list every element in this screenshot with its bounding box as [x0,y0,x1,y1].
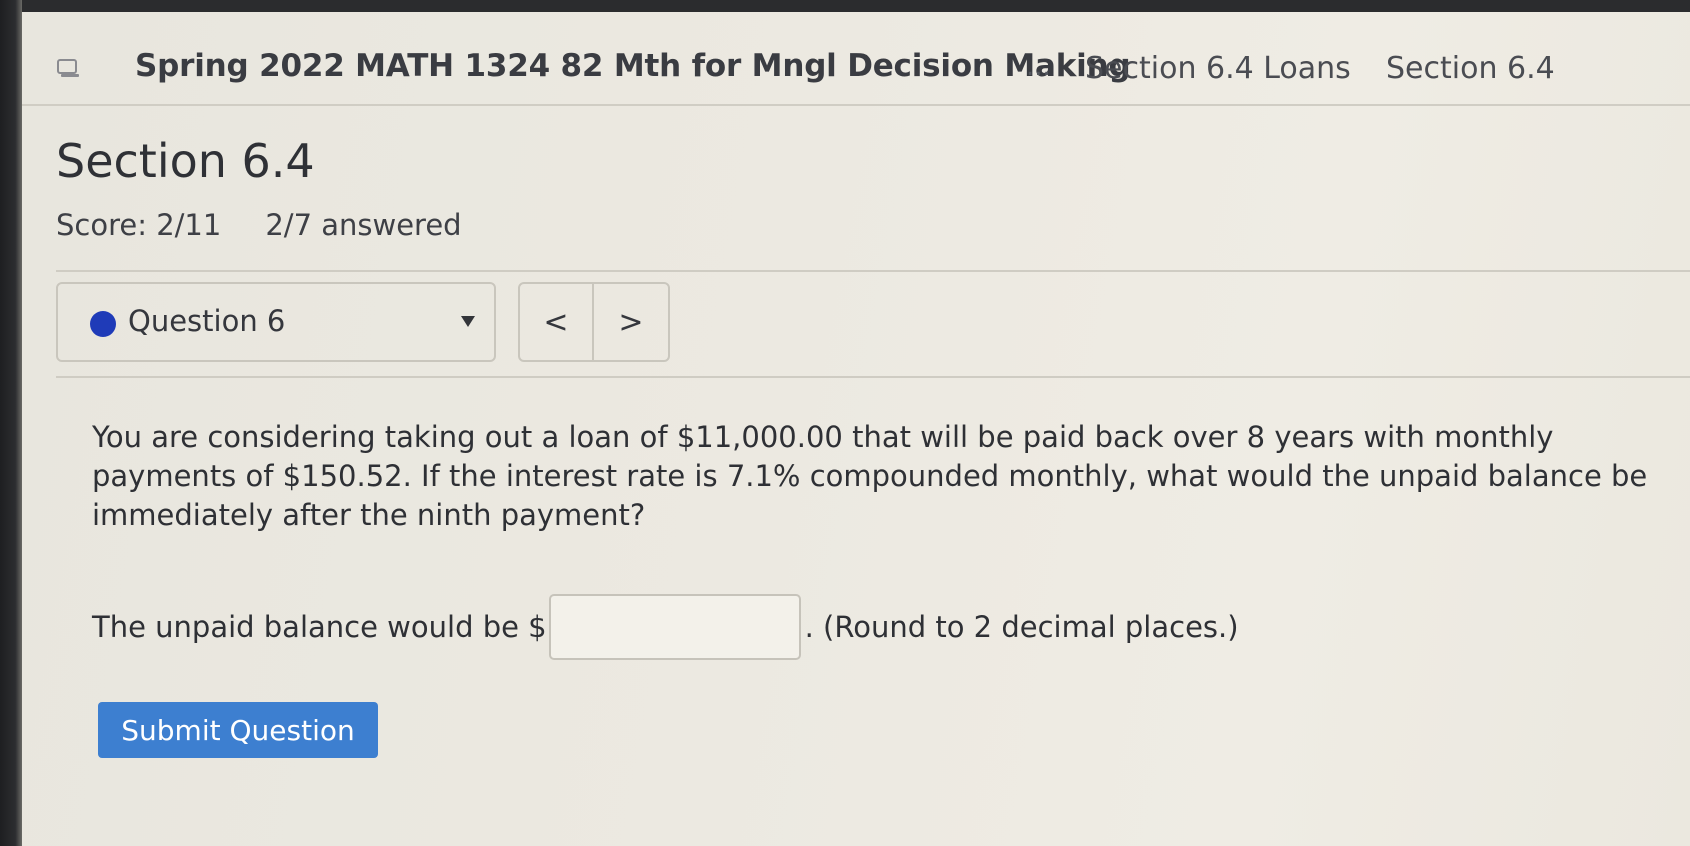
course-icon[interactable] [56,58,80,78]
question-dropdown[interactable]: Question 6 [56,282,496,362]
unpaid-balance-input[interactable] [548,594,801,660]
chevron-left-icon: < [543,304,569,340]
breadcrumb-ellipsis[interactable]: ... [1026,52,1051,82]
caret-down-icon [461,316,475,327]
page-title: Section 6.4 [56,134,315,188]
question-text: You are considering taking out a loan of… [92,420,1648,532]
divider [56,376,1690,378]
breadcrumb-section[interactable]: Section 6.4 [1386,51,1555,86]
previous-question-button[interactable]: < [520,284,594,360]
next-question-button[interactable]: > [594,284,668,360]
screen-bezel-left [0,0,22,846]
breadcrumb-section-loans[interactable]: Section 6.4 Loans [1085,51,1351,86]
score-text: Score: 2/11 [56,208,222,242]
screen-bezel-top [0,0,1690,12]
question-pager: < > [518,282,670,362]
chevron-right-icon: > [618,304,644,340]
answer-instruction: . (Round to 2 decimal places.) [804,610,1239,644]
submit-question-button[interactable]: Submit Question [98,702,378,758]
score-summary: Score: 2/11 2/7 answered [56,208,462,242]
divider [56,270,1690,272]
question-status-dot [90,311,116,337]
breadcrumb: Spring 2022 MATH 1324 82 Mth for Mngl De… [22,12,1690,106]
answer-prefix: The unpaid balance would be $ [92,610,547,644]
breadcrumb-course[interactable]: Spring 2022 MATH 1324 82 Mth for Mngl De… [135,48,1131,84]
answered-count: 2/7 answered [265,208,462,242]
answer-row: The unpaid balance would be $ . (Round t… [92,592,1239,662]
assessment-page: Spring 2022 MATH 1324 82 Mth for Mngl De… [22,12,1690,846]
question-dropdown-label: Question 6 [128,304,286,338]
